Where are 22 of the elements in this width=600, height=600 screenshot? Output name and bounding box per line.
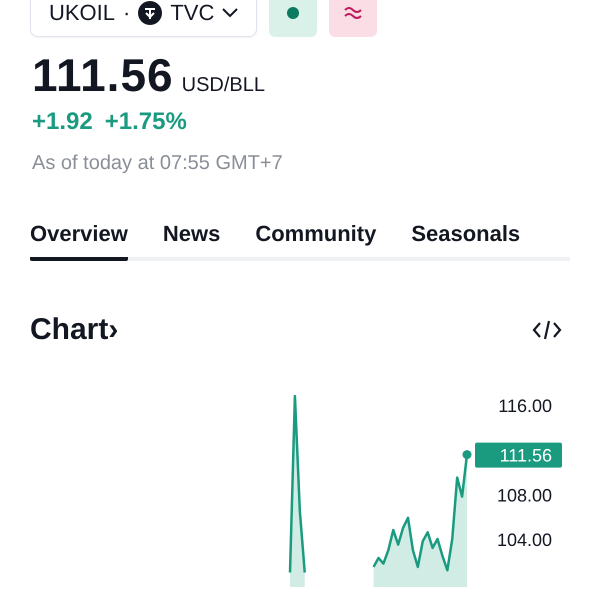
y-axis-label: 116.00	[498, 396, 552, 416]
currency-unit: USD/BLL	[182, 74, 265, 97]
wave-icon	[344, 6, 362, 20]
price-change: +1.92	[32, 108, 93, 136]
wave-button[interactable]	[329, 0, 378, 37]
tab[interactable]: News	[162, 221, 220, 261]
chevron-down-icon	[222, 8, 238, 18]
embed-code-icon[interactable]	[532, 319, 562, 341]
tab[interactable]: Community	[255, 221, 376, 261]
timestamp: As of today at 07:55 GMT+7	[32, 152, 284, 175]
market-status-button[interactable]	[269, 0, 318, 37]
tab[interactable]: Overview	[30, 221, 128, 261]
percent-change: +1.75%	[104, 108, 187, 136]
tab[interactable]: Seasonals	[411, 221, 520, 261]
exchange-logo-icon	[138, 1, 162, 25]
dot-icon	[287, 7, 300, 19]
y-axis-label: 108.00	[496, 485, 552, 506]
last-price-label: 111.56	[475, 442, 562, 468]
chart-link[interactable]: Chart›	[30, 313, 118, 347]
y-axis-label: 104.00	[496, 530, 552, 550]
price: 111.56	[32, 48, 174, 102]
symbol-selector[interactable]: UKOIL · TVC	[30, 0, 258, 37]
